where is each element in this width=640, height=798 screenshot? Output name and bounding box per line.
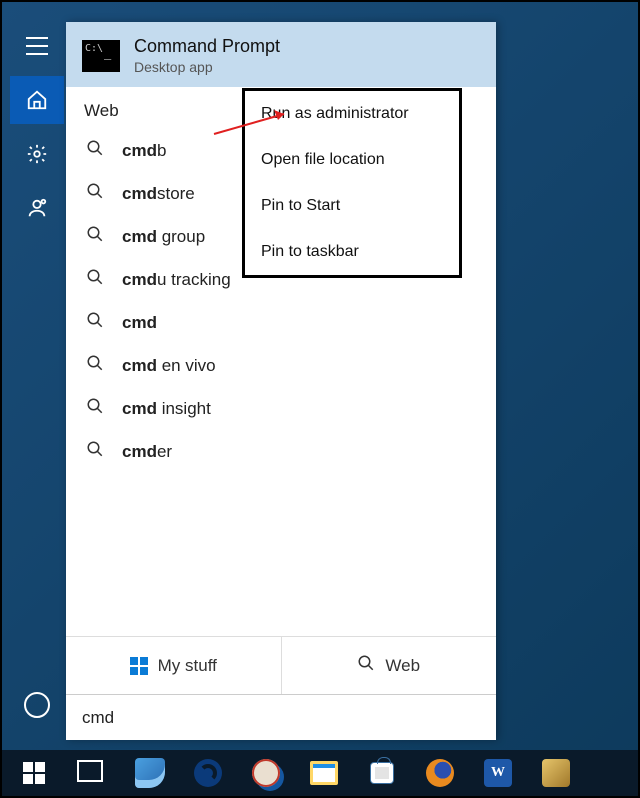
web-result[interactable]: cmder [76, 430, 486, 473]
cortana-icon[interactable] [24, 692, 50, 718]
web-result[interactable]: cmd en vivo [76, 344, 486, 387]
file-explorer-icon [310, 761, 338, 785]
search-icon [86, 440, 108, 463]
web-result[interactable]: cmd [76, 301, 486, 344]
tab-my-stuff[interactable]: My stuff [66, 637, 282, 694]
context-menu: Run as administrator Open file location … [242, 88, 462, 278]
tab-label: Web [385, 656, 420, 676]
search-icon [86, 225, 108, 248]
ctx-open-file-location[interactable]: Open file location [245, 137, 459, 183]
ctx-pin-to-start[interactable]: Pin to Start [245, 183, 459, 229]
web-result[interactable]: cmd insight [76, 387, 486, 430]
search-icon [86, 268, 108, 291]
start-button[interactable] [8, 753, 60, 793]
tab-label: My stuff [158, 656, 217, 676]
edge-icon [194, 759, 222, 787]
taskbar-app-misc[interactable] [530, 753, 582, 793]
search-icon [86, 397, 108, 420]
hamburger-icon[interactable] [10, 22, 64, 70]
taskbar-app-snip[interactable] [240, 753, 292, 793]
search-icon [86, 311, 108, 334]
taskbar-app-firefox[interactable] [414, 753, 466, 793]
word-icon: W [484, 759, 512, 787]
search-icon [86, 139, 108, 162]
task-view-button[interactable] [66, 753, 118, 793]
best-match-title: Command Prompt [134, 36, 280, 57]
search-rail [10, 22, 64, 740]
search-filter-tabs: My stuff Web [66, 636, 496, 694]
home-icon[interactable] [10, 76, 64, 124]
taskbar-app-store[interactable] [356, 753, 408, 793]
command-prompt-icon [82, 40, 120, 72]
search-icon [86, 354, 108, 377]
windows-tile-icon [130, 657, 148, 675]
search-icon [357, 654, 375, 677]
feedback-icon[interactable] [10, 184, 64, 232]
taskbar-app-paint[interactable] [124, 753, 176, 793]
best-match-row[interactable]: Command Prompt Desktop app [66, 22, 496, 87]
ctx-pin-to-taskbar[interactable]: Pin to taskbar [245, 229, 459, 275]
paint-icon [135, 758, 165, 788]
taskbar-app-word[interactable]: W [472, 753, 524, 793]
taskbar: W [2, 750, 638, 796]
ctx-run-as-admin[interactable]: Run as administrator [245, 91, 459, 137]
tab-web[interactable]: Web [282, 637, 497, 694]
store-icon [370, 762, 394, 784]
search-icon [86, 182, 108, 205]
search-input[interactable]: cmd [66, 694, 496, 740]
taskbar-app-explorer[interactable] [298, 753, 350, 793]
gear-icon[interactable] [10, 130, 64, 178]
taskbar-app-edge[interactable] [182, 753, 234, 793]
snipping-tool-icon [252, 759, 280, 787]
firefox-icon [426, 759, 454, 787]
app-icon [542, 759, 570, 787]
best-match-subtitle: Desktop app [134, 59, 280, 75]
